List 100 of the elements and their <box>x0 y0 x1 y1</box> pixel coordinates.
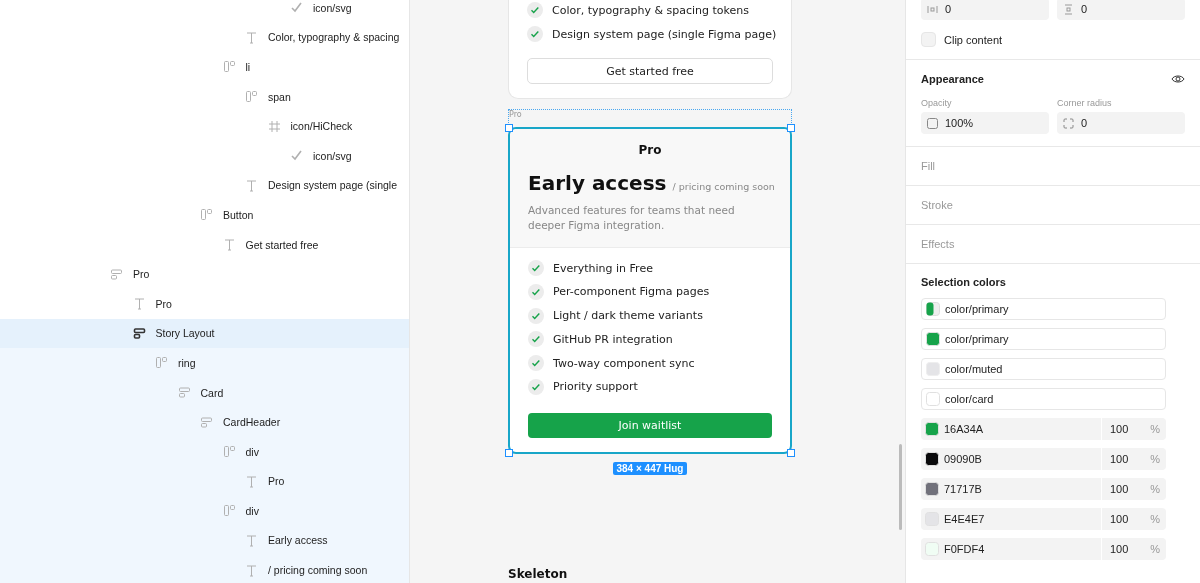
size-badge: 384 × 447 Hug <box>612 461 688 475</box>
padding-field[interactable]: 0 <box>921 0 1049 20</box>
color-swatch[interactable] <box>926 302 940 316</box>
hex-value[interactable]: 71717B <box>944 483 982 495</box>
check-icon <box>528 283 544 300</box>
tier-name: Pro <box>637 143 663 157</box>
layer-row[interactable]: CardHeader <box>0 407 409 437</box>
color-swatch[interactable] <box>926 332 940 346</box>
opacity-value[interactable]: 100 <box>1110 543 1129 555</box>
get-started-button[interactable]: Get started free <box>527 58 773 84</box>
layer-name: div <box>245 445 259 458</box>
layer-row[interactable]: Design system page (single <box>0 170 409 201</box>
layer-row[interactable]: ring <box>0 348 409 378</box>
resize-handle[interactable] <box>787 124 795 132</box>
padding-field[interactable]: 0 <box>1057 0 1185 20</box>
autolayout-icon <box>222 445 236 459</box>
layer-row[interactable]: li <box>0 52 409 82</box>
card-description: Advanced features for teams that need deeper Figma integration. <box>528 203 736 233</box>
color-swatch[interactable] <box>925 422 939 436</box>
color-style-row[interactable]: color/primary <box>921 298 1166 320</box>
layer-row[interactable]: icon/svg <box>0 140 409 171</box>
check-icon <box>528 260 544 276</box>
hex-value[interactable]: E4E4E7 <box>944 513 985 525</box>
color-swatch[interactable] <box>925 452 939 466</box>
check-icon <box>527 26 543 42</box>
field-label: Opacity <box>921 98 953 108</box>
feature-text: Light / dark theme variants <box>553 309 703 323</box>
section-heading: Appearance <box>921 73 984 85</box>
resize-handle[interactable] <box>505 448 513 457</box>
autolayout-icon <box>222 60 236 74</box>
layer-row[interactable]: Button <box>0 200 409 230</box>
opacity-field[interactable]: 100% <box>921 112 1049 134</box>
layer-name: Color, typography & spacing <box>268 31 400 44</box>
layer-row[interactable]: div <box>0 436 409 467</box>
layer-name: icon/svg <box>313 1 352 14</box>
percent-unit: % <box>1150 453 1160 465</box>
card-title: Early access <box>528 171 667 195</box>
opacity-value[interactable]: 100 <box>1110 513 1129 525</box>
opacity-value[interactable]: 100 <box>1110 453 1129 465</box>
color-style-row[interactable]: color/muted <box>921 358 1166 380</box>
layer-name: span <box>268 90 291 103</box>
layer-row[interactable]: div <box>0 496 409 526</box>
text-layer-icon <box>245 474 258 488</box>
check-icon <box>528 307 544 324</box>
layer-row[interactable]: Story Layout <box>0 318 409 349</box>
color-style-row[interactable]: color/card <box>921 388 1166 410</box>
percent-unit: % <box>1150 423 1160 435</box>
layer-name: Get started free <box>245 238 319 251</box>
layer-row[interactable]: span <box>0 81 409 112</box>
color-swatch[interactable] <box>926 392 940 406</box>
layer-name: Design system page (single <box>268 179 397 192</box>
color-style-row[interactable]: color/primary <box>921 328 1166 350</box>
check-icon <box>528 355 544 372</box>
corner-radius-icon <box>1063 117 1074 129</box>
layer-row[interactable]: Color, typography & spacing <box>0 22 409 53</box>
layer-name: CardHeader <box>223 416 281 429</box>
feature-text: Design system page (single Figma page) <box>552 27 777 41</box>
scrollbar[interactable] <box>899 444 902 530</box>
hex-value[interactable]: 09090B <box>944 453 982 465</box>
color-swatch[interactable] <box>925 542 939 556</box>
color-swatch[interactable] <box>926 362 940 376</box>
layer-row[interactable]: Get started free <box>0 229 409 260</box>
horizontal-padding-icon <box>927 3 938 15</box>
layer-name: icon/HiCheck <box>290 120 353 133</box>
layer-name: Story Layout <box>155 327 215 340</box>
feature-text: Everything in Free <box>553 261 653 275</box>
percent-unit: % <box>1150 483 1160 495</box>
check-icon <box>290 149 303 163</box>
frame-icon <box>267 119 281 133</box>
layer-row[interactable]: / pricing coming soon <box>0 555 409 583</box>
percent-unit: % <box>1150 513 1160 525</box>
resize-handle[interactable] <box>787 448 795 457</box>
text-layer-icon <box>245 178 258 192</box>
layer-row[interactable]: icon/svg <box>0 0 409 23</box>
layer-row[interactable]: Pro <box>0 259 409 289</box>
pricing-card[interactable] <box>508 127 792 454</box>
layer-row[interactable]: Early access <box>0 525 409 556</box>
corner-radius-field[interactable]: 0 <box>1057 112 1185 134</box>
feature-text: GitHub PR integration <box>553 332 673 346</box>
eye-icon[interactable] <box>1171 72 1185 86</box>
layer-name: div <box>245 504 259 517</box>
hex-value[interactable]: F0FDF4 <box>944 543 985 555</box>
check-icon <box>528 379 544 395</box>
section-title: Skeleton <box>508 566 569 581</box>
layer-row[interactable]: Pro <box>0 288 409 319</box>
hex-value[interactable]: 16A34A <box>944 423 984 435</box>
checkbox[interactable] <box>921 32 936 47</box>
opacity-value[interactable]: 100 <box>1110 483 1129 495</box>
layer-row[interactable]: icon/HiCheck <box>0 111 409 141</box>
layer-row[interactable]: Card <box>0 377 409 408</box>
opacity-value[interactable]: 100 <box>1110 423 1129 435</box>
autolayout-icon <box>155 356 168 370</box>
stack-layout-icon <box>132 326 146 340</box>
autolayout-icon <box>245 90 258 104</box>
layer-name: / pricing coming soon <box>268 564 368 577</box>
layer-name: Pro <box>155 297 172 310</box>
layer-row[interactable]: Pro <box>0 466 409 497</box>
color-swatch[interactable] <box>925 482 939 496</box>
resize-handle[interactable] <box>505 124 513 132</box>
opacity-icon <box>927 117 938 129</box>
